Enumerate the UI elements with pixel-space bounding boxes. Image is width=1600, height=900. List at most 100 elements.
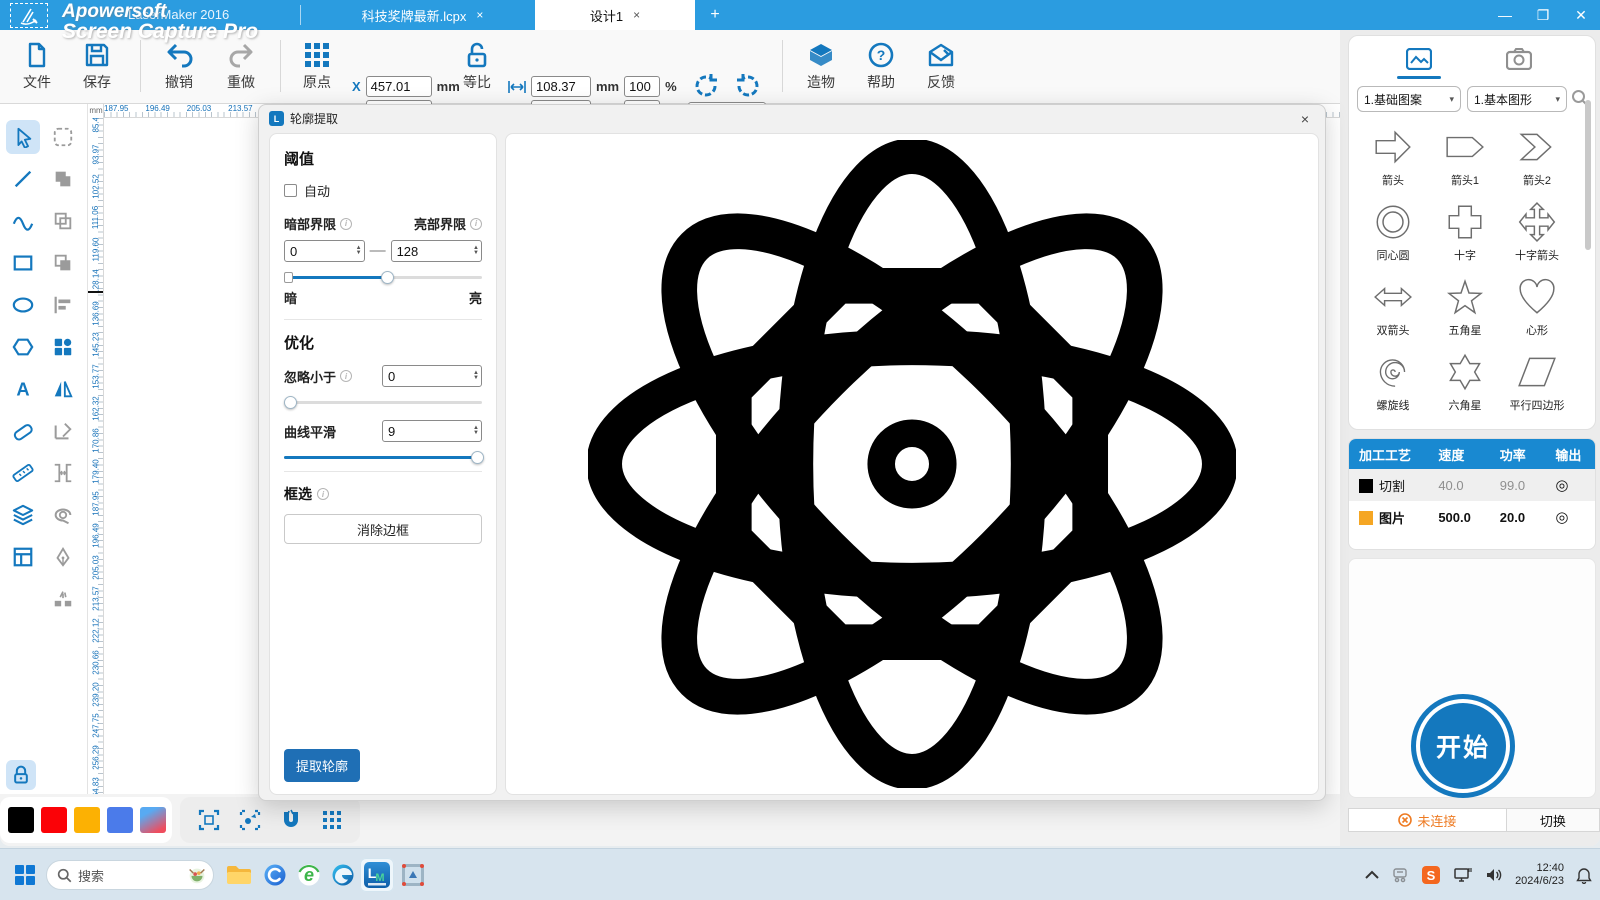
notifications-icon[interactable] — [1576, 867, 1592, 884]
layers-tool[interactable] — [6, 498, 40, 532]
tab-design1-close-icon[interactable]: × — [633, 8, 640, 22]
ellipse-tool[interactable] — [6, 288, 40, 322]
ruler-tool[interactable] — [6, 456, 40, 490]
new-tab-button[interactable]: + — [700, 0, 730, 30]
line-tool[interactable] — [6, 162, 40, 196]
proportional-lock-button[interactable]: 等比 — [448, 38, 506, 96]
network-icon[interactable] — [1453, 867, 1473, 884]
layer-color-chip[interactable] — [1359, 479, 1373, 493]
color-swatch-red[interactable] — [41, 807, 67, 833]
curve-tool[interactable] — [6, 204, 40, 238]
bright-limit-spinner[interactable]: 128▲▼ — [391, 240, 482, 262]
redo-button[interactable]: 重做 — [212, 38, 270, 96]
shape-item-heart[interactable]: 心形 — [1501, 272, 1573, 347]
create-button[interactable]: 造物 — [792, 38, 850, 96]
shape-item-spiral[interactable]: 螺旋线 — [1357, 347, 1429, 422]
rectangle-tool[interactable] — [6, 246, 40, 280]
pen-tool[interactable] — [46, 540, 80, 574]
width-input[interactable]: 108.37 — [531, 76, 591, 97]
subtract-tool[interactable] — [46, 246, 80, 280]
combine-tool[interactable] — [46, 204, 80, 238]
spinner-arrows-icon[interactable]: ▲▼ — [473, 426, 479, 436]
file-button[interactable]: 文件 — [8, 38, 66, 96]
shape-item-arrow2[interactable]: 箭头2 — [1501, 122, 1573, 197]
file-explorer-button[interactable] — [222, 858, 256, 892]
stamp-tool[interactable] — [46, 498, 80, 532]
minimize-button[interactable]: — — [1486, 0, 1524, 30]
shape-item-cross-arrow[interactable]: 十字箭头 — [1501, 197, 1573, 272]
fit-selection-icon[interactable] — [238, 808, 262, 832]
snap-magnet-icon[interactable] — [279, 808, 303, 832]
tab-shapes[interactable] — [1399, 44, 1439, 74]
dark-limit-spinner[interactable]: 0▲▼ — [284, 240, 365, 262]
ignore-spinner[interactable]: 0▲▼ — [382, 365, 482, 387]
output-visibility-toggle[interactable]: ◎ — [1551, 508, 1595, 526]
shape-item-cross[interactable]: 十字 — [1429, 197, 1501, 272]
shape-item-arrow1[interactable]: 箭头1 — [1429, 122, 1501, 197]
ignore-slider[interactable] — [284, 401, 482, 404]
process-row-cut[interactable]: 切割 40.0 99.0 ◎ — [1349, 469, 1595, 501]
measure-angle-tool[interactable] — [46, 414, 80, 448]
shape-scrollbar[interactable] — [1585, 100, 1591, 250]
sogou-input-icon[interactable]: S — [1421, 865, 1441, 885]
union-tool[interactable] — [46, 162, 80, 196]
dark-limit-info-icon[interactable]: i — [340, 218, 352, 230]
marquee-select-tool[interactable] — [46, 120, 80, 154]
shape-item-parallelogram[interactable]: 平行四边形 — [1501, 347, 1573, 422]
speed-value[interactable]: 40.0 — [1434, 478, 1495, 493]
shape-item-concentric[interactable]: 同心圆 — [1357, 197, 1429, 272]
eraser-tool[interactable] — [6, 414, 40, 448]
text-tool[interactable]: A — [6, 372, 40, 406]
dialog-close-button[interactable]: × — [1295, 109, 1315, 129]
power-value[interactable]: 99.0 — [1496, 478, 1552, 493]
origin-button[interactable]: 原点 — [288, 38, 346, 96]
spinner-arrows-icon[interactable]: ▲▼ — [473, 246, 479, 256]
dialog-titlebar[interactable]: L 轮廓提取 — [269, 110, 338, 127]
mirror-tool[interactable] — [46, 372, 80, 406]
spinner-arrows-icon[interactable]: ▲▼ — [473, 371, 479, 381]
undo-button[interactable]: 撤销 — [150, 38, 208, 96]
tab-document[interactable]: 科技奖牌最新.lcpx × — [310, 0, 535, 30]
bright-slider-handle[interactable] — [381, 271, 394, 284]
width-percent-input[interactable]: 100 — [624, 76, 660, 97]
auto-checkbox[interactable] — [284, 184, 297, 197]
lock-canvas-tool[interactable] — [6, 760, 36, 790]
fit-frame-icon[interactable] — [197, 808, 221, 832]
close-button[interactable]: ✕ — [1562, 0, 1600, 30]
ignore-slider-handle[interactable] — [284, 396, 297, 409]
rotate-ccw-icon[interactable] — [692, 72, 720, 100]
lasermaker-taskbar-button[interactable]: LM — [360, 858, 394, 892]
spinner-arrows-icon[interactable]: ▲▼ — [356, 246, 362, 256]
threshold-slider[interactable] — [284, 276, 482, 279]
box-select-info-icon[interactable]: i — [317, 488, 329, 500]
bright-limit-info-icon[interactable]: i — [470, 218, 482, 230]
power-value[interactable]: 20.0 — [1496, 510, 1552, 525]
color-swatch-blue[interactable] — [107, 807, 133, 833]
start-button[interactable]: 开始 — [1411, 694, 1515, 798]
color-swatch-gradient[interactable] — [140, 807, 166, 833]
start-menu-button[interactable] — [8, 858, 42, 892]
process-row-image[interactable]: 图片 500.0 20.0 ◎ — [1349, 501, 1595, 533]
rotate-cw-icon[interactable] — [734, 72, 762, 100]
tray-app-icon[interactable] — [1391, 867, 1409, 883]
restore-button[interactable]: ❐ — [1524, 0, 1562, 30]
polygon-tool[interactable] — [6, 330, 40, 364]
ignore-info-icon[interactable]: i — [340, 370, 352, 382]
frame-tool[interactable] — [6, 540, 40, 574]
align-tool[interactable] — [46, 288, 80, 322]
copilot-button[interactable] — [258, 858, 292, 892]
speed-value[interactable]: 500.0 — [1434, 510, 1495, 525]
extract-contour-button[interactable]: 提取轮廓 — [284, 749, 360, 782]
image-preview-panel[interactable] — [505, 133, 1319, 795]
layer-color-chip[interactable] — [1359, 511, 1373, 525]
taskbar-search[interactable]: 搜索 — [46, 860, 214, 890]
save-button[interactable]: 保存 — [68, 38, 126, 96]
category-dropdown[interactable]: 1.基础图案 ▾ — [1357, 86, 1461, 112]
clear-border-button[interactable]: 消除边框 — [284, 514, 482, 544]
tray-expand-icon[interactable] — [1365, 870, 1379, 880]
color-swatch-orange[interactable] — [74, 807, 100, 833]
tab-design1[interactable]: 设计1 × — [535, 0, 695, 30]
subcategory-dropdown[interactable]: 1.基本图形 ▾ — [1467, 86, 1567, 112]
smooth-spinner[interactable]: 9▲▼ — [382, 420, 482, 442]
shape-item-star5[interactable]: 五角星 — [1429, 272, 1501, 347]
